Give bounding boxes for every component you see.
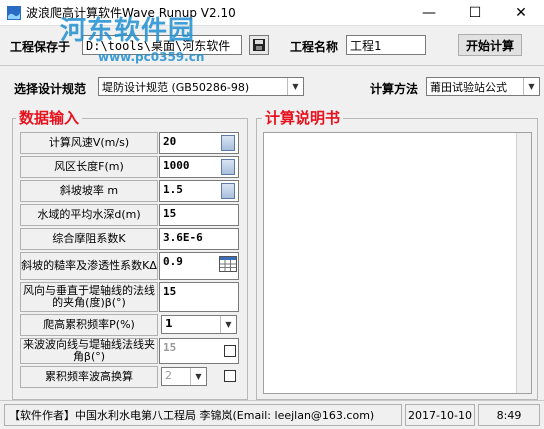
app-icon [6, 5, 22, 21]
height-conversion-checkbox[interactable] [224, 370, 236, 382]
wind-speed-value: 20 [163, 135, 177, 148]
maximize-button[interactable]: ☐ [452, 0, 498, 26]
data-input-title: 数据输入 [16, 107, 83, 128]
roughness-label: 斜坡的糙率及渗透性系数KΔ [20, 252, 158, 280]
fetch-length-value: 1000 [163, 159, 190, 172]
author-info: 【软件作者】中国水利水电第八工程局 李锦岚(Email: leejlan@163… [4, 404, 402, 426]
watermark-url: www.pc0359.cn [98, 50, 205, 64]
runup-freq-label: 爬高累积频率P(%) [20, 314, 158, 336]
mean-depth-label: 水域的平均水深d(m) [20, 204, 158, 226]
height-conversion-value: 2 [165, 369, 172, 382]
wave-angle-checkbox[interactable] [224, 345, 236, 357]
friction-coeff-value: 3.6E-6 [163, 231, 203, 244]
fetch-length-label: 风区长度F(m) [20, 156, 158, 178]
spec-label: 选择设计规范 [14, 82, 87, 96]
status-date: 2017-10-10 [405, 404, 475, 426]
wind-angle-label: 风向与垂直于堤轴线的法线的夹角(度)β(°) [20, 282, 158, 312]
method-select-value: 莆田试验站公式 [430, 81, 507, 94]
report-title: 计算说明书 [262, 107, 344, 128]
chevron-down-icon[interactable]: ▼ [190, 368, 206, 385]
report-scrollbar[interactable] [516, 133, 531, 393]
save-icon[interactable] [249, 35, 269, 55]
chevron-down-icon[interactable]: ▼ [220, 316, 236, 333]
wave-angle-value: 15 [163, 341, 177, 354]
content-area: 数据输入 计算风速V(m/s) 20 风区长度F(m) 1000 斜坡坡率 m … [0, 102, 544, 400]
wind-angle-value: 15 [163, 285, 177, 298]
slope-ratio-value: 1.5 [163, 183, 183, 196]
friction-coeff-label: 综合摩阻系数K [20, 228, 158, 250]
height-conversion-label: 累积频率波高换算 [20, 366, 158, 388]
minimize-button[interactable]: — [406, 0, 452, 26]
method-select[interactable]: 莆田试验站公式 ▼ [426, 77, 540, 96]
wind-speed-label: 计算风速V(m/s) [20, 132, 158, 154]
wind-angle-input[interactable]: 15 [159, 282, 239, 312]
roughness-value: 0.9 [163, 255, 183, 268]
friction-coeff-input[interactable]: 3.6E-6 [159, 228, 239, 250]
slope-ratio-label: 斜坡坡率 m [20, 180, 158, 202]
chevron-down-icon[interactable]: ▼ [287, 78, 303, 95]
runup-freq-select[interactable]: 1 ▼ [161, 315, 237, 334]
mean-depth-input[interactable]: 15 [159, 204, 239, 226]
project-name-label: 工程名称 [290, 40, 339, 54]
spec-select[interactable]: 堤防设计规范 (GB50286-98) ▼ [98, 77, 304, 96]
wave-angle-label: 来波波向线与堤轴线法线夹角β(°) [20, 338, 158, 364]
report-text-area[interactable] [263, 132, 532, 394]
chevron-down-icon[interactable]: ▼ [523, 78, 539, 95]
spec-select-value: 堤防设计规范 (GB50286-98) [102, 81, 250, 94]
calculator-icon[interactable] [221, 159, 235, 175]
method-label: 计算方法 [370, 82, 419, 96]
watermark-brand: 河东软件园 [60, 16, 196, 46]
runup-freq-value: 1 [165, 317, 173, 330]
status-time: 8:49 [478, 404, 540, 426]
mean-depth-value: 15 [163, 207, 177, 220]
project-name-field[interactable]: 工程1 [346, 35, 426, 55]
close-button[interactable]: ✕ [498, 0, 544, 26]
settings-row: 选择设计规范 堤防设计规范 (GB50286-98) ▼ 计算方法 莆田试验站公… [0, 66, 544, 102]
table-icon[interactable] [219, 256, 237, 272]
calculator-icon[interactable] [221, 183, 235, 199]
height-conversion-select[interactable]: 2 ▼ [161, 367, 207, 386]
status-bar: 【软件作者】中国水利水电第八工程局 李锦岚(Email: leejlan@163… [0, 400, 544, 429]
calculator-icon[interactable] [221, 135, 235, 151]
start-calc-button[interactable]: 开始计算 [458, 34, 522, 56]
